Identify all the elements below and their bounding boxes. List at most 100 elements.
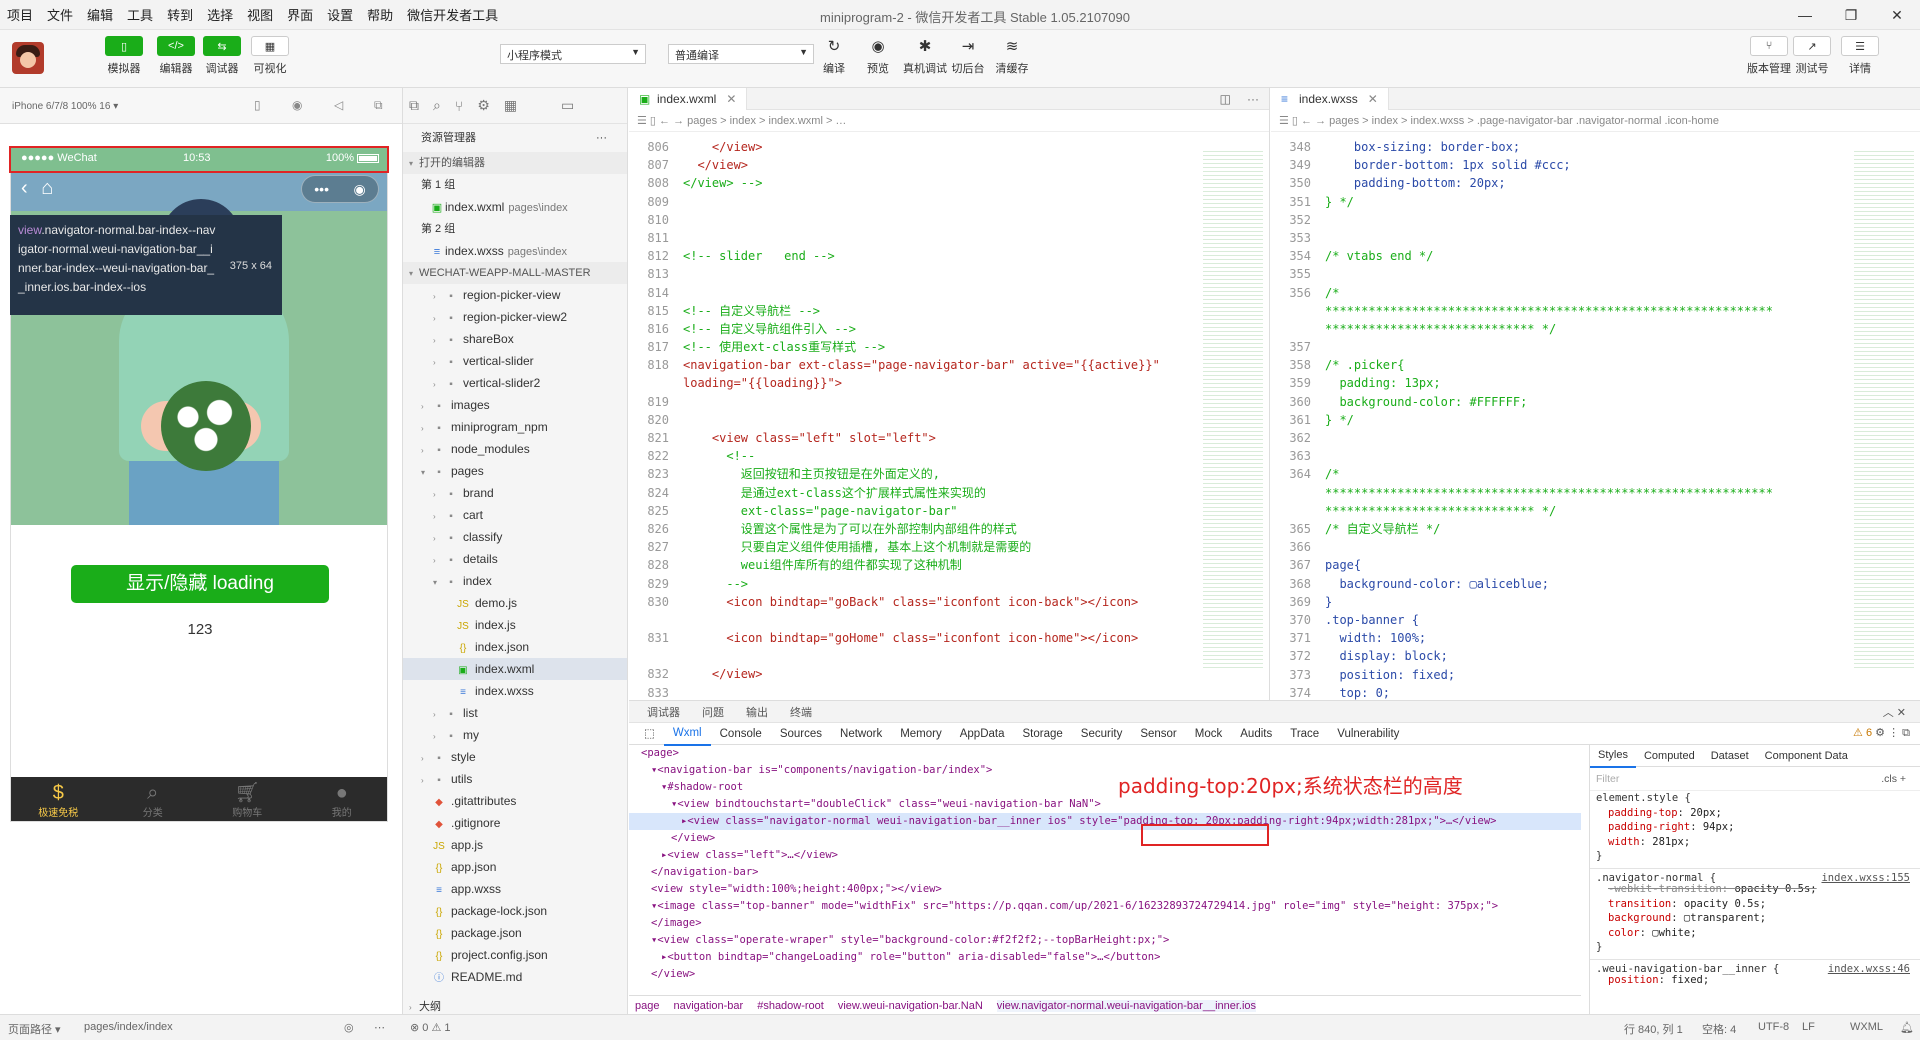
open-file-wxss[interactable]: ≡ index.wxss pages\index — [403, 240, 627, 262]
devtools-tab[interactable]: Mock — [1186, 723, 1231, 745]
menu-item[interactable]: 项目 — [0, 5, 40, 24]
debug-icon[interactable]: ⚙ — [477, 97, 490, 114]
toolbar-group[interactable]: ✱ 真机调试 — [903, 36, 947, 76]
menu-item[interactable]: 设置 — [320, 5, 360, 24]
panel-tab[interactable]: 输出 — [746, 704, 768, 720]
tree-item[interactable]: ◆ .gitignore — [403, 812, 627, 834]
dom-node[interactable]: </view> — [629, 966, 1581, 983]
tree-item[interactable]: JS index.js — [403, 614, 627, 636]
tree-item[interactable]: › ▪ classify — [403, 526, 627, 548]
tree-item[interactable]: › ▪ region-picker-view2 — [403, 306, 627, 328]
version-icon[interactable]: ⑂ — [1750, 36, 1788, 56]
background-icon[interactable]: ⇥ — [949, 36, 987, 56]
dom-node[interactable]: ▸<view class="left">…</view> — [629, 847, 1581, 864]
devtools-tab[interactable]: Sensor — [1131, 723, 1185, 745]
dom-node[interactable]: <page> — [629, 745, 1581, 762]
more-icon[interactable]: ••• — [314, 181, 329, 197]
more-icon[interactable]: ⋮ — [1885, 727, 1899, 739]
toolbar-group[interactable]: ≋ 清缓存 — [993, 36, 1031, 76]
project-section[interactable]: ▾ WECHAT-WEAPP-MALL-MASTER — [403, 262, 627, 284]
menu-item[interactable]: 视图 — [240, 5, 280, 24]
dom-node[interactable]: ▸<view class="navigator-normal weui-navi… — [629, 813, 1581, 830]
forward-arrow-icon[interactable]: → — [673, 115, 687, 127]
phone-rotate-icon[interactable]: ▯ — [254, 98, 261, 112]
panel-icon[interactable]: ▭ — [561, 97, 574, 114]
style-property[interactable]: width: 281px; — [1590, 835, 1920, 850]
problems-count[interactable]: ⊗ 0 ⚠ 1 — [410, 1021, 450, 1034]
volume-icon[interactable]: ◁ — [334, 98, 343, 112]
user-avatar[interactable] — [12, 42, 44, 74]
toolbar-group[interactable]: ↻ 编译 — [815, 36, 853, 76]
close-tab-icon[interactable]: ✕ — [726, 92, 736, 106]
dom-node[interactable]: ▸<button bindtap="changeLoading" role="b… — [629, 949, 1581, 966]
warning-count[interactable]: ⚠ 6 — [1853, 727, 1872, 739]
tree-item[interactable]: › ▪ region-picker-view — [403, 284, 627, 306]
dom-crumb-item[interactable]: view.navigator-normal.weui-navigation-ba… — [996, 1000, 1257, 1012]
tree-item[interactable]: ≡ index.wxss — [403, 680, 627, 702]
styles-tab[interactable]: Styles — [1590, 744, 1636, 768]
tab-cart[interactable]: 🛒︎ 购物车 — [200, 777, 295, 821]
maximize-icon[interactable]: ❐ — [1828, 0, 1874, 30]
style-property[interactable]: transition: opacity 0.5s; — [1590, 897, 1920, 912]
compile-icon[interactable]: ↻ — [815, 36, 853, 56]
files-icon[interactable]: ⧉ — [409, 97, 419, 114]
toolbar-group[interactable]: ☰ 详情 — [1841, 36, 1879, 76]
devtools-tab[interactable]: Wxml — [663, 722, 711, 746]
open-editors-section[interactable]: ▾ 打开的编辑器 — [403, 152, 627, 174]
menu-item[interactable]: 微信开发者工具 — [400, 5, 505, 24]
gear-icon[interactable]: ⚙ — [1872, 727, 1885, 739]
tree-item[interactable]: {} package-lock.json — [403, 900, 627, 922]
test-account-icon[interactable]: ↗ — [1793, 36, 1831, 56]
dom-crumb-item[interactable]: navigation-bar — [673, 1000, 743, 1012]
back-arrow-icon[interactable]: ← — [1301, 115, 1315, 127]
styles-tab[interactable]: Dataset — [1703, 745, 1757, 767]
list-icon[interactable]: ☰ — [637, 115, 650, 127]
dom-crumb-item[interactable]: #shadow-root — [757, 1000, 824, 1012]
tree-item[interactable]: {} package.json — [403, 922, 627, 944]
tree-item[interactable]: › ▪ vertical-slider2 — [403, 372, 627, 394]
search-icon[interactable]: ⌕ — [433, 97, 441, 114]
minimap[interactable] — [1854, 148, 1914, 668]
panel-tab[interactable]: 终端 — [790, 704, 812, 720]
menu-item[interactable]: 界面 — [280, 5, 320, 24]
close-mini-icon[interactable]: ◉ — [354, 181, 366, 198]
tree-item[interactable]: › ▪ list — [403, 702, 627, 724]
style-property[interactable]: color: ▢white; — [1590, 926, 1920, 941]
toggle-loading-button[interactable]: 显示/隐藏 loading — [71, 565, 329, 603]
collapse-icon[interactable]: ︿ — [1883, 707, 1897, 719]
toolbar-group[interactable]: ⇆ 调试器 — [203, 36, 241, 76]
clear-cache-icon[interactable]: ≋ — [993, 36, 1031, 56]
line-ending[interactable]: LF — [1802, 1021, 1815, 1033]
phone-icon[interactable]: ▯ — [105, 36, 143, 56]
tab-money-bag[interactable]: $ 极速免税 — [11, 777, 106, 821]
bookmark-icon[interactable]: ▯ — [1292, 115, 1301, 127]
toolbar-group[interactable]: ↗ 测试号 — [1793, 36, 1831, 76]
home-icon[interactable]: ⌂ — [41, 177, 53, 199]
tree-item[interactable]: › ▪ style — [403, 746, 627, 768]
tree-item[interactable]: {} project.config.json — [403, 944, 627, 966]
devtools-tab[interactable]: Vulnerability — [1328, 723, 1408, 745]
close-icon[interactable]: ✕ — [1897, 707, 1906, 719]
dom-node[interactable]: </navigation-bar> — [629, 864, 1581, 881]
tab-user[interactable]: ● 我的 — [295, 777, 388, 821]
devtools-tab[interactable]: Audits — [1231, 723, 1281, 745]
menu-item[interactable]: 工具 — [120, 5, 160, 24]
menu-item[interactable]: 选择 — [200, 5, 240, 24]
style-property[interactable]: position: fixed; — [1590, 973, 1920, 988]
bookmark-icon[interactable]: ▯ — [650, 115, 659, 127]
tree-item[interactable]: › ▪ my — [403, 724, 627, 746]
panel-tab[interactable]: 调试器 — [647, 704, 680, 720]
open-file-wxml[interactable]: ▣ index.wxml pages\index — [403, 196, 627, 218]
tree-item[interactable]: {} index.json — [403, 636, 627, 658]
tree-item[interactable]: ▾ ▪ index — [403, 570, 627, 592]
dom-node[interactable]: </view> — [629, 830, 1581, 847]
style-property[interactable]: background: ▢transparent; — [1590, 911, 1920, 926]
code-area[interactable]: 806 </view> 807 </view> 808 </view> --> 809 8… — [629, 138, 1269, 700]
more-icon[interactable]: ··· — [596, 124, 607, 152]
tree-item[interactable]: JS demo.js — [403, 592, 627, 614]
styles-tab[interactable]: Computed — [1636, 745, 1703, 767]
more-icon[interactable]: ⋯ — [374, 1021, 385, 1034]
tab-index-wxml[interactable]: ▣ index.wxml ✕ — [629, 88, 748, 110]
tab-index-wxss[interactable]: ≡ index.wxss ✕ — [1271, 88, 1389, 110]
inspect-icon[interactable]: ⬚ — [635, 723, 664, 745]
